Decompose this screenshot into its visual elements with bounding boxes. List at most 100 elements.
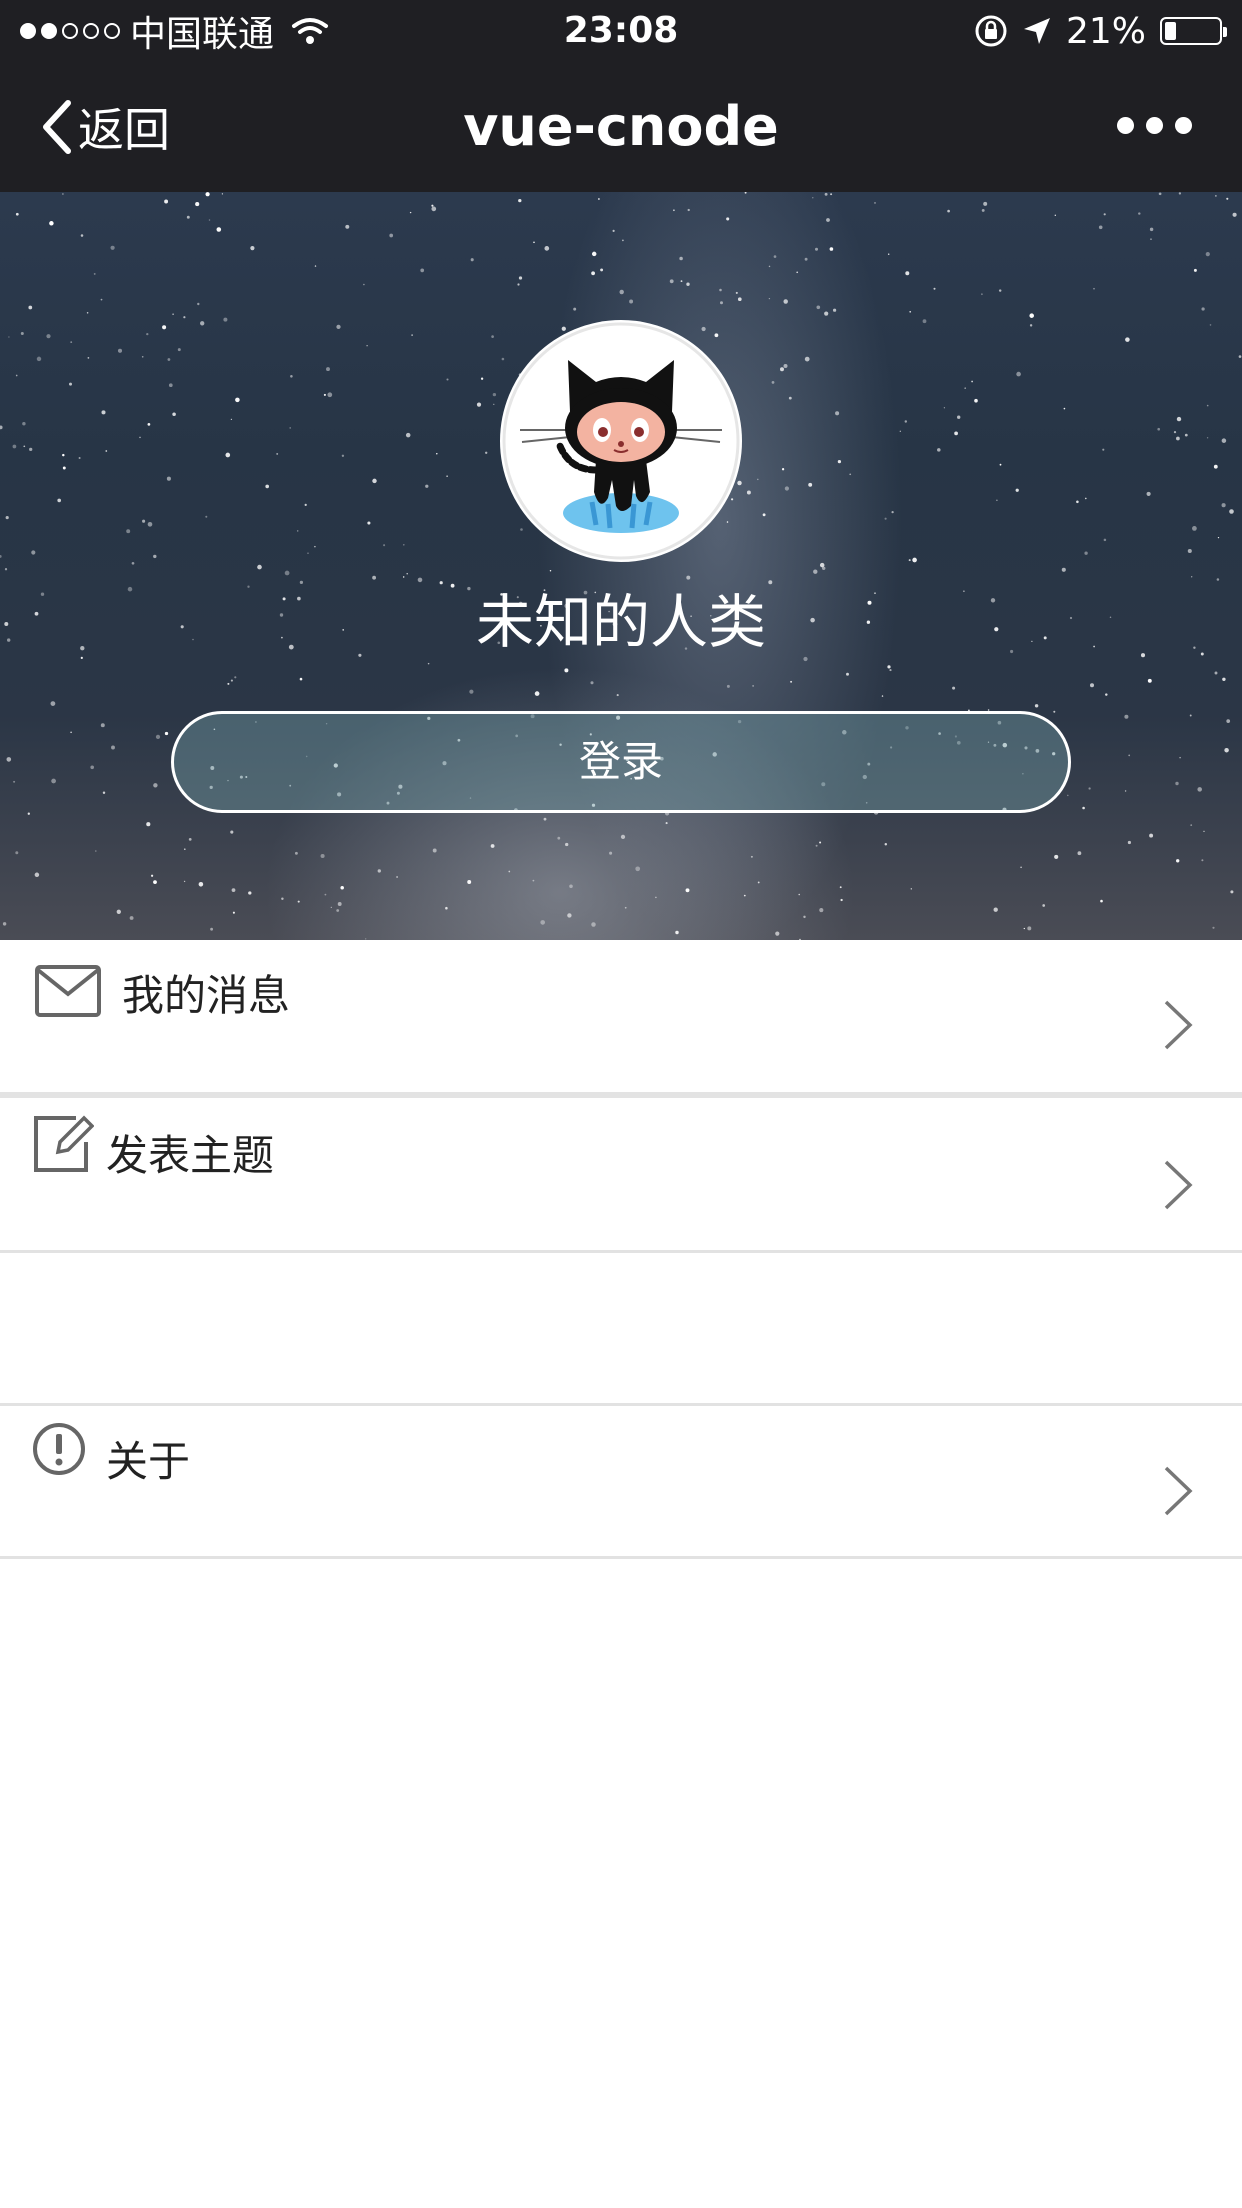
star xyxy=(402,543,405,546)
star xyxy=(1124,714,1129,719)
star xyxy=(366,345,368,347)
star xyxy=(780,367,784,372)
star xyxy=(188,838,192,841)
star xyxy=(436,453,438,455)
star xyxy=(788,396,792,400)
more-button[interactable] xyxy=(1117,117,1192,134)
star xyxy=(1192,526,1197,531)
star xyxy=(230,679,233,682)
star xyxy=(1215,195,1217,197)
avatar[interactable] xyxy=(500,320,742,562)
star xyxy=(590,681,594,685)
star xyxy=(5,516,9,520)
star xyxy=(491,335,494,338)
star xyxy=(773,255,777,258)
edit-icon xyxy=(34,1115,94,1172)
star xyxy=(111,745,115,750)
star xyxy=(345,224,350,229)
star xyxy=(90,765,94,770)
star xyxy=(323,393,326,396)
star xyxy=(600,268,604,272)
star xyxy=(51,778,56,784)
menu-item-about[interactable]: 关于 xyxy=(0,1406,1242,1556)
star xyxy=(490,844,495,848)
star xyxy=(518,198,522,203)
star xyxy=(819,908,824,913)
star xyxy=(1090,683,1094,688)
login-button[interactable]: 登录 xyxy=(171,711,1071,813)
star xyxy=(28,305,33,310)
star xyxy=(186,215,190,219)
star xyxy=(2,922,7,926)
star xyxy=(808,482,813,487)
chevron-right-icon xyxy=(1164,1000,1193,1050)
star xyxy=(105,450,108,452)
star xyxy=(320,853,325,859)
star xyxy=(142,519,146,523)
star xyxy=(1103,213,1106,216)
star xyxy=(1125,337,1130,342)
battery-level xyxy=(1165,22,1176,40)
star xyxy=(102,791,106,795)
star xyxy=(1063,407,1066,410)
menu-item-messages[interactable]: 我的消息 xyxy=(0,940,1242,1090)
battery-percent: 21% xyxy=(1065,10,1146,52)
star xyxy=(983,201,988,206)
star xyxy=(227,682,230,685)
star xyxy=(1084,551,1088,555)
star xyxy=(1103,538,1107,542)
star xyxy=(93,272,96,275)
star xyxy=(126,529,131,534)
star xyxy=(540,920,546,925)
star xyxy=(336,909,340,912)
star xyxy=(598,198,600,200)
star xyxy=(1213,464,1218,469)
star xyxy=(0,425,3,430)
star xyxy=(147,423,151,426)
star xyxy=(296,530,299,532)
star xyxy=(1158,192,1162,196)
star xyxy=(1020,866,1022,869)
star xyxy=(314,265,317,267)
star xyxy=(469,689,474,694)
star xyxy=(830,193,833,196)
star xyxy=(714,333,719,338)
star xyxy=(796,271,799,274)
star xyxy=(1034,704,1039,708)
star xyxy=(1206,404,1209,407)
star xyxy=(824,192,828,196)
star xyxy=(276,452,279,455)
menu-item-label: 我的消息 xyxy=(122,971,291,1020)
star xyxy=(784,486,790,491)
star xyxy=(534,691,540,696)
star xyxy=(771,381,775,384)
more-dot xyxy=(1146,117,1163,134)
star xyxy=(27,812,30,815)
star xyxy=(69,382,72,386)
star xyxy=(330,906,332,909)
star xyxy=(1054,214,1056,216)
star xyxy=(790,680,793,683)
star xyxy=(492,392,497,397)
star xyxy=(726,217,730,221)
star xyxy=(743,894,746,897)
star xyxy=(0,554,2,558)
menu-item-new-topic[interactable]: 发表主题 xyxy=(0,1100,1242,1250)
nav-bar: 返回 vue-cnode xyxy=(0,62,1242,192)
star xyxy=(446,475,448,477)
star xyxy=(1023,927,1025,930)
star xyxy=(762,513,766,517)
star xyxy=(200,321,205,326)
star xyxy=(117,348,123,353)
star xyxy=(62,453,65,457)
star xyxy=(432,848,437,853)
star xyxy=(824,311,829,316)
star xyxy=(993,907,998,912)
star xyxy=(1224,747,1229,753)
star xyxy=(904,420,908,423)
star xyxy=(821,566,826,571)
star xyxy=(1053,710,1056,713)
star xyxy=(425,484,429,488)
star xyxy=(216,227,222,232)
star xyxy=(971,380,973,383)
